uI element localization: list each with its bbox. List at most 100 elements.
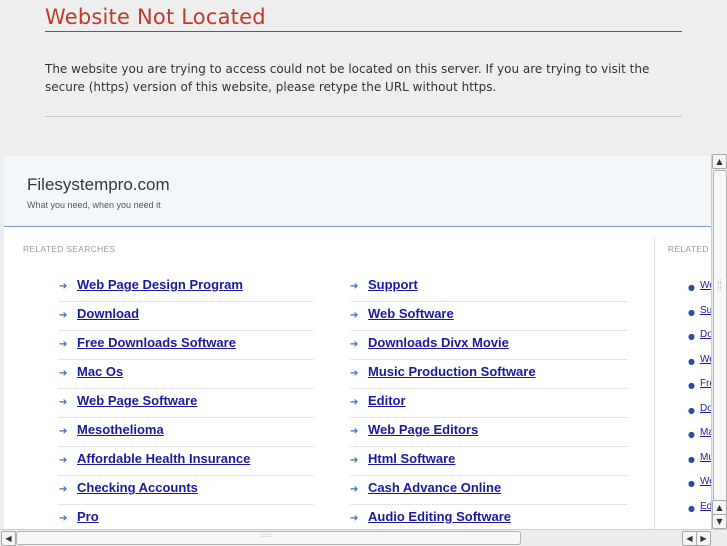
related-link[interactable]: Web Page Editors [368,422,478,437]
related-link-item[interactable]: ➔ Pro [59,507,314,529]
dotted-separator [350,388,627,389]
scroll-left-icon[interactable]: ◀ [682,531,697,546]
arrow-right-icon: ➔ [350,397,359,408]
arrow-right-icon: ➔ [59,484,68,495]
related-link-item[interactable]: ➔ Checking Accounts [59,478,314,507]
related-link[interactable]: Cash Advance Online [368,480,501,495]
side-related-link[interactable]: Do [700,403,711,414]
bullet-icon: ● [688,503,695,513]
vertical-scrollbar[interactable]: ▲ :::::: ▲ ▼ [711,154,727,529]
arrow-right-icon: ➔ [350,513,359,524]
related-link[interactable]: Web Software [368,306,454,321]
arrow-right-icon: ➔ [350,310,359,321]
column-divider [654,236,655,529]
horizontal-scrollbar[interactable]: ◀ :::::: ◀ ▶ [0,529,727,546]
related-link[interactable]: Support [368,277,418,292]
dotted-separator [59,301,314,302]
related-link[interactable]: Web Page Software [77,393,197,408]
dotted-separator [59,330,314,331]
scroll-up-icon[interactable]: ▲ [712,154,727,169]
related-link[interactable]: Html Software [368,451,455,466]
related-link-item[interactable]: ➔ Cash Advance Online [350,478,627,507]
arrow-right-icon: ➔ [350,455,359,466]
arrow-right-icon: ➔ [350,484,359,495]
side-related-link[interactable]: Su [700,305,711,316]
side-related-link[interactable]: We [700,354,711,365]
related-link[interactable]: Download [77,306,139,321]
scroll-up-icon[interactable]: ▲ [712,500,727,515]
related-link-item[interactable]: ➔ Download [59,304,314,333]
side-related-link[interactable]: Ed [700,501,711,512]
related-link[interactable]: Affordable Health Insurance [77,451,250,466]
error-divider [45,116,682,117]
bullet-icon: ● [688,381,695,390]
related-link-item[interactable]: ➔ Mesothelioma [59,420,314,449]
horizontal-scroll-thumb[interactable]: :::::: [16,531,521,545]
scroll-down-icon[interactable]: ▼ [712,514,727,529]
related-link-item[interactable]: ➔ Affordable Health Insurance [59,449,314,478]
related-link[interactable]: Music Production Software [368,364,536,379]
dotted-separator [350,504,627,505]
side-related-link[interactable]: Ma [700,427,711,438]
related-link[interactable]: Checking Accounts [77,480,198,495]
related-link-item[interactable]: ➔ Support [350,275,627,304]
related-link[interactable]: Mac Os [77,364,123,379]
side-related-link[interactable]: We [700,476,711,487]
scroll-right-icon[interactable]: ▶ [696,531,711,546]
bullet-icon: ● [688,307,695,317]
related-link-item[interactable]: ➔ Web Page Editors [350,420,627,449]
related-link[interactable]: Audio Editing Software [368,509,511,524]
related-link-item[interactable]: ➔ Editor [350,391,627,420]
related-link-item[interactable]: ➔ Web Page Software [59,391,314,420]
related-link[interactable]: Free Downloads Software [77,335,236,350]
error-title: Website Not Located [45,5,266,29]
arrow-right-icon: ➔ [59,339,68,350]
grip-icon: :::::: [260,532,273,539]
error-panel: Website Not Located The website you are … [0,0,727,155]
arrow-right-icon: ➔ [350,426,359,437]
bullet-icon: ● [688,479,695,488]
side-related-link[interactable]: We [700,280,711,291]
bullet-icon: ● [688,332,695,341]
bullet-icon: ● [688,356,695,366]
arrow-right-icon: ➔ [59,397,68,408]
dotted-separator [59,504,314,505]
dotted-separator [350,301,627,302]
related-link[interactable]: Editor [368,393,406,408]
bullet-icon: ● [688,405,695,415]
related-link-item[interactable]: ➔ Web Software [350,304,627,333]
bullet-icon: ● [688,283,695,292]
error-title-rule [45,31,682,32]
side-related-link[interactable]: Mu [700,452,711,463]
related-link-item[interactable]: ➔ Free Downloads Software [59,333,314,362]
related-link[interactable]: Pro [77,509,99,524]
related-link-item[interactable]: ➔ Music Production Software [350,362,627,391]
related-link[interactable]: Web Page Design Program [77,277,243,292]
vertical-scroll-thumb[interactable]: :::::: [713,170,727,515]
arrow-right-icon: ➔ [350,281,359,292]
side-related-link[interactable]: Fre [700,378,711,389]
dotted-separator [350,359,627,360]
bullet-icon: ● [688,454,695,464]
site-tagline: What you need, when you need it [27,200,161,210]
arrow-right-icon: ➔ [59,281,68,292]
arrow-right-icon: ➔ [350,339,359,350]
related-link-item[interactable]: ➔ Downloads Divx Movie [350,333,627,362]
related-link[interactable]: Downloads Divx Movie [368,335,509,350]
arrow-right-icon: ➔ [59,513,68,524]
site-header: Filesystempro.com What you need, when yo… [4,156,711,227]
related-link[interactable]: Mesothelioma [77,422,164,437]
dotted-separator [59,359,314,360]
arrow-right-icon: ➔ [59,455,68,466]
dotted-separator [59,388,314,389]
related-link-item[interactable]: ➔ Web Page Design Program [59,275,314,304]
side-related-link[interactable]: Do [700,329,711,340]
related-searches-heading: RELATED SEARCHES [23,244,116,254]
related-link-item[interactable]: ➔ Audio Editing Software [350,507,627,529]
arrow-right-icon: ➔ [350,368,359,379]
related-link-item[interactable]: ➔ Html Software [350,449,627,478]
dotted-separator [59,475,314,476]
related-link-item[interactable]: ➔ Mac Os [59,362,314,391]
scroll-left-icon[interactable]: ◀ [1,531,16,546]
arrow-right-icon: ➔ [59,426,68,437]
